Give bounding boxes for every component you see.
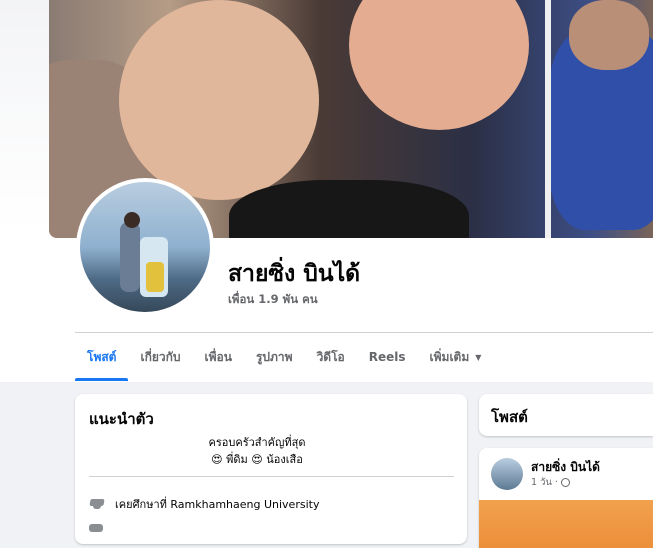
post-card: สายซิ่ง บินได้ 1 วัน · [479, 448, 653, 548]
tab-photos[interactable]: รูปภาพ [244, 333, 305, 381]
tab-more[interactable]: เพิ่มเติม ▼ [418, 333, 494, 381]
profile-picture[interactable] [76, 178, 214, 316]
caret-down-icon: ▼ [475, 352, 482, 362]
profile-name: สายซิ่ง บินได้ [228, 261, 361, 287]
tab-reels[interactable]: Reels [357, 333, 418, 381]
posts-title: โพสต์ [491, 408, 528, 426]
post-author-avatar[interactable] [491, 458, 523, 490]
tab-about[interactable]: เกี่ยวกับ [128, 333, 192, 381]
posts-header-card: โพสต์ [479, 394, 653, 436]
globe-icon [560, 478, 570, 487]
intro-title: แนะนำตัว [89, 410, 154, 428]
bio-divider [89, 476, 454, 477]
next-detail-icon [89, 524, 103, 532]
bio-text: ครอบครัวสำคัญที่สุด 😍 พี่ดิม 😍 น้องเสือ [208, 436, 306, 466]
tab-videos[interactable]: วิดีโอ [305, 333, 357, 381]
education-text: เคยศึกษาที่ Ramkhamhaeng University [115, 498, 320, 511]
intro-card: แนะนำตัว ครอบครัวสำคัญที่สุด 😍 พี่ดิม 😍 … [75, 394, 467, 544]
profile-tabs: โพสต์ เกี่ยวกับ เพื่อน รูปภาพ วิดีโอ Ree… [75, 333, 493, 381]
post-time[interactable]: 1 วัน · [531, 475, 558, 490]
post-meta: 1 วัน · [531, 475, 570, 490]
tab-posts[interactable]: โพสต์ [75, 333, 129, 381]
friend-count[interactable]: เพื่อน 1.9 พัน คน [228, 291, 318, 309]
tab-friends[interactable]: เพื่อน [193, 333, 244, 381]
post-image[interactable] [479, 500, 653, 548]
graduation-cap-icon [89, 498, 105, 510]
education-item: เคยศึกษาที่ Ramkhamhaeng University [89, 495, 319, 513]
